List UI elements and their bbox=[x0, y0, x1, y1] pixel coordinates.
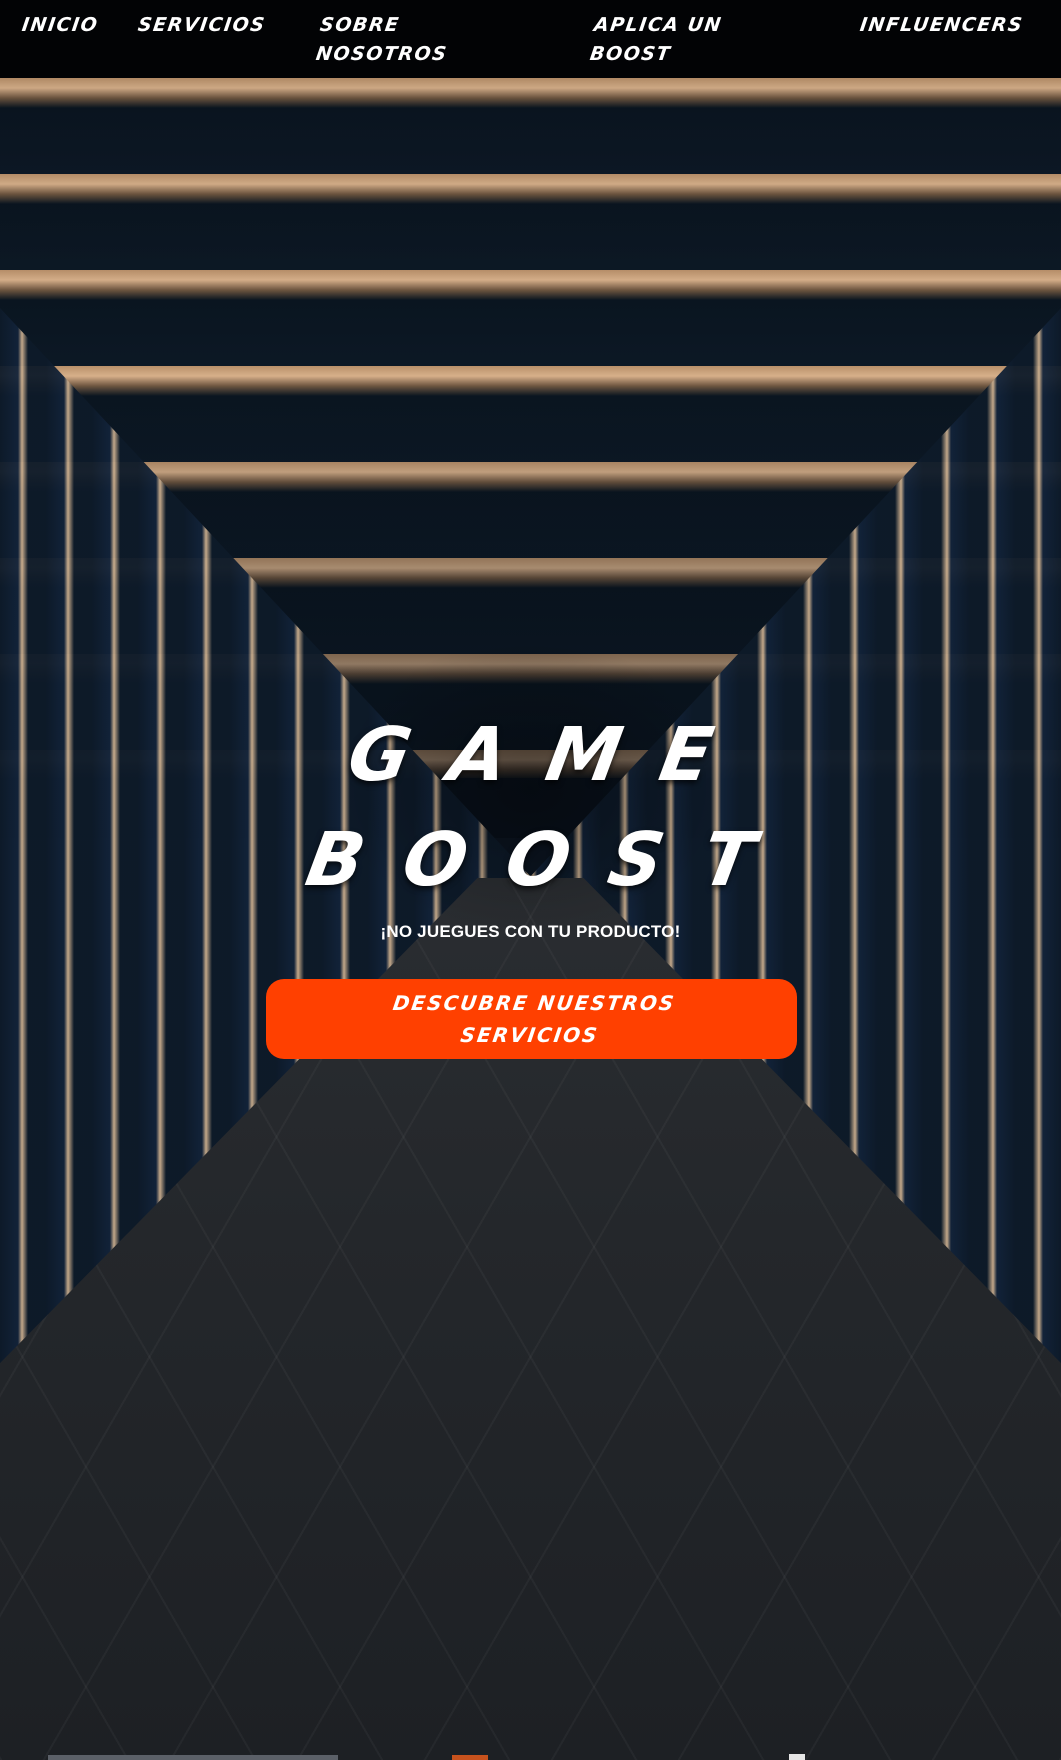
nav-link-aplica-un-boost[interactable]: APLICA UN BOOST bbox=[588, 11, 766, 69]
nav-link-servicios[interactable]: SERVICIOS bbox=[136, 11, 268, 40]
discover-services-button[interactable]: DESCUBRE NUESTROS SERVICIOS bbox=[266, 979, 797, 1059]
hero-background-image bbox=[0, 78, 1061, 1760]
top-navigation: INICIO SERVICIOS SOBRE NOSOTROS APLICA U… bbox=[0, 0, 1061, 78]
discover-services-button-label: DESCUBRE NUESTROS SERVICIOS bbox=[390, 991, 677, 1047]
bottom-accent-mark bbox=[452, 1755, 488, 1760]
hero-title-line-1: GAME bbox=[341, 712, 760, 798]
nav-link-inicio[interactable]: INICIO bbox=[20, 11, 100, 40]
hero-title-line-2: BOOST bbox=[299, 817, 802, 903]
nav-link-sobre-nosotros[interactable]: SOBRE NOSOTROS bbox=[314, 11, 492, 69]
bottom-divider bbox=[48, 1755, 338, 1760]
bottom-indicator bbox=[789, 1754, 805, 1760]
nav-link-influencers[interactable]: INFLUENCERS bbox=[858, 11, 1025, 40]
hero-tagline: ¡NO JUEGUES CON TU PRODUCTO! bbox=[380, 922, 681, 941]
